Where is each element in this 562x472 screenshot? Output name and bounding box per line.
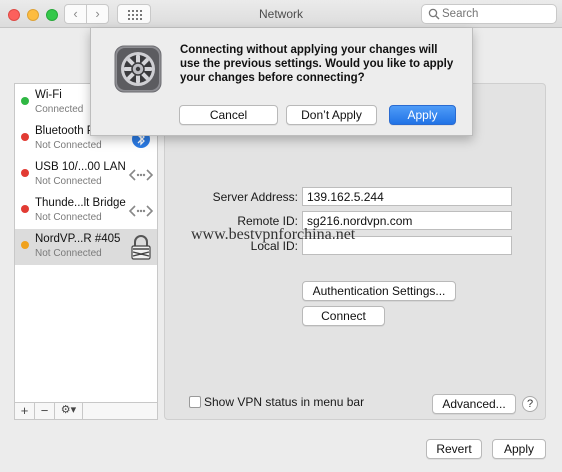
search-icon	[428, 8, 440, 20]
server-address-label: Server Address:	[212, 190, 298, 204]
service-item-nordvpn[interactable]: NordVP...R #405 Not Connected	[15, 229, 157, 265]
service-name: Thunde...lt Bridge	[35, 197, 126, 209]
dialog-apply-button[interactable]: Apply	[389, 105, 456, 125]
service-status: Connected	[35, 104, 84, 115]
remove-service-button[interactable]: −	[35, 403, 55, 419]
service-status: Not Connected	[35, 140, 102, 151]
service-action-menu[interactable]: ⚙▾	[55, 403, 83, 419]
watermark-text: www.bestvpnforchina.net	[191, 226, 356, 243]
service-status: Not Connected	[35, 212, 102, 223]
vpn-lock-icon	[131, 235, 151, 260]
dont-apply-button[interactable]: Don’t Apply	[286, 105, 377, 125]
status-dot	[21, 97, 29, 105]
service-name: Bluetooth P	[35, 125, 95, 137]
help-button[interactable]: ?	[522, 396, 538, 412]
show-vpn-status-label: Show VPN status in menu bar	[204, 395, 365, 409]
service-status: Not Connected	[35, 248, 102, 259]
show-vpn-status-checkbox[interactable]	[189, 396, 201, 408]
cancel-button[interactable]: Cancel	[179, 105, 278, 125]
service-name: USB 10/...00 LAN	[35, 161, 126, 173]
status-dot	[21, 205, 29, 213]
ethernet-arrows-icon	[128, 205, 154, 217]
service-name: NordVP...R #405	[35, 233, 121, 245]
connect-button[interactable]: Connect	[302, 306, 385, 326]
status-dot	[21, 241, 29, 249]
service-item-thunderbolt-bridge[interactable]: Thunde...lt Bridge Not Connected	[15, 193, 157, 229]
status-dot	[21, 133, 29, 141]
title-bar: ‹ › Network	[0, 0, 562, 28]
service-list-toolbar: + − ⚙▾	[14, 402, 158, 420]
search-input[interactable]	[442, 6, 552, 22]
add-service-button[interactable]: +	[15, 403, 35, 419]
dialog-message: Connecting without applying your changes…	[180, 44, 454, 84]
advanced-button[interactable]: Advanced...	[432, 394, 516, 414]
service-status: Not Connected	[35, 176, 102, 187]
authentication-settings-button[interactable]: Authentication Settings...	[302, 281, 456, 301]
network-preferences-gear-icon	[114, 45, 162, 93]
status-dot	[21, 169, 29, 177]
search-field[interactable]	[421, 4, 557, 24]
apply-button[interactable]: Apply	[492, 439, 546, 459]
apply-changes-dialog: Connecting without applying your changes…	[90, 28, 473, 136]
ethernet-arrows-icon	[128, 169, 154, 181]
revert-button[interactable]: Revert	[426, 439, 482, 459]
service-item-usb-lan[interactable]: USB 10/...00 LAN Not Connected	[15, 157, 157, 193]
server-address-field[interactable]	[302, 187, 512, 206]
service-name: Wi-Fi	[35, 89, 62, 101]
